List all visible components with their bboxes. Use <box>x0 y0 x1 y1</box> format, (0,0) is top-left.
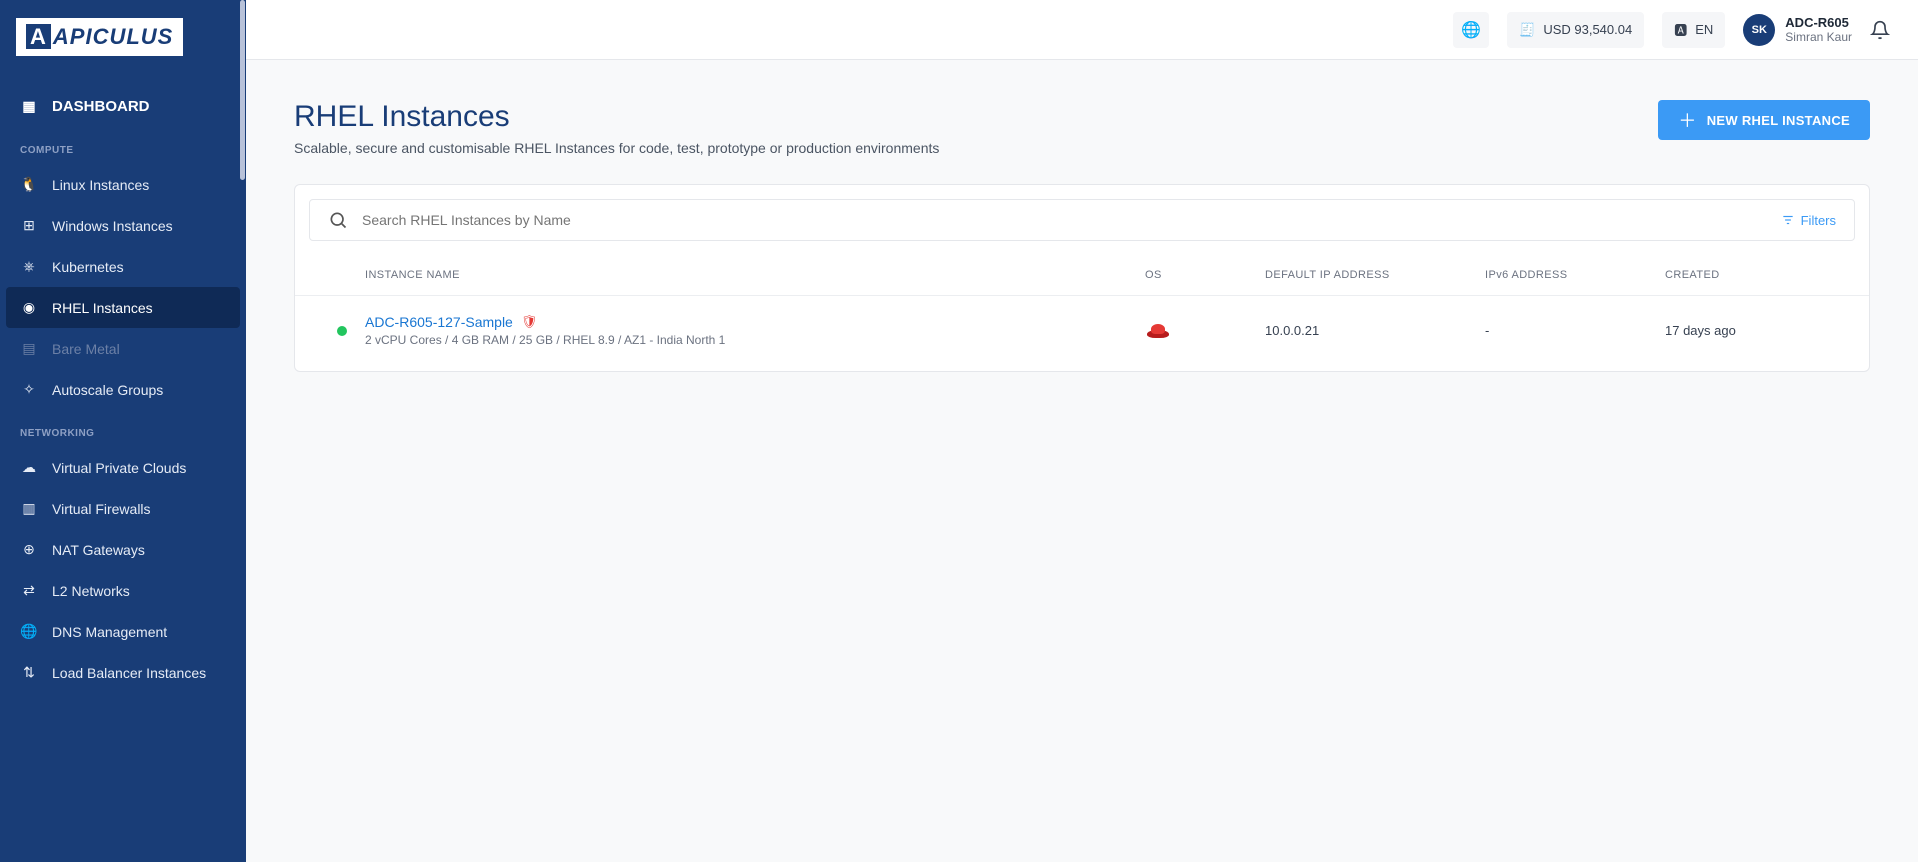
sidebar-scrollbar[interactable] <box>240 0 245 180</box>
sidebar-item-dashboard[interactable]: ▦ DASHBOARD <box>0 86 246 127</box>
linux-icon: 🐧 <box>20 176 38 193</box>
sidebar-item-linux[interactable]: 🐧 Linux Instances <box>0 164 246 205</box>
instance-spec: 2 vCPU Cores / 4 GB RAM / 25 GB / RHEL 8… <box>365 333 1145 347</box>
instance-name: ADC-R605-127-Sample <box>365 314 513 330</box>
sidebar-item-windows[interactable]: ⊞ Windows Instances <box>0 205 246 246</box>
sidebar-label: Bare Metal <box>52 341 120 357</box>
instances-card: Filters INSTANCE NAME OS DEFAULT IP ADDR… <box>294 184 1870 372</box>
kubernetes-icon: ⎈ <box>20 258 38 275</box>
user-menu[interactable]: SK ADC-R605 Simran Kaur <box>1743 14 1852 46</box>
sidebar-item-lb[interactable]: ⇅ Load Balancer Instances <box>0 652 246 693</box>
ip-cell: 10.0.0.21 <box>1265 323 1485 338</box>
balance-chip[interactable]: 🧾 USD 93,540.04 <box>1507 12 1644 48</box>
page-subtitle: Scalable, secure and customisable RHEL I… <box>294 140 939 156</box>
search-input[interactable] <box>362 212 1767 228</box>
user-text: ADC-R605 Simran Kaur <box>1785 15 1852 44</box>
ipv6-cell: - <box>1485 323 1665 338</box>
th-name: INSTANCE NAME <box>365 269 1145 281</box>
lb-icon: ⇅ <box>20 664 38 681</box>
new-instance-label: NEW RHEL INSTANCE <box>1707 113 1850 128</box>
l2-icon: ⇄ <box>20 582 38 599</box>
rhel-icon: ◉ <box>20 299 38 316</box>
filters-label: Filters <box>1801 213 1836 228</box>
sidebar-label-dashboard: DASHBOARD <box>52 98 150 115</box>
sidebar-item-rhel[interactable]: ◉ RHEL Instances <box>6 287 240 328</box>
th-os: OS <box>1145 269 1265 281</box>
status-indicator <box>337 326 347 336</box>
topbar: 🌐 🧾 USD 93,540.04 🅰 EN SK ADC-R605 Simra… <box>246 0 1918 60</box>
sidebar-label: Virtual Private Clouds <box>52 460 186 476</box>
sidebar: AAPICULUS ▦ DASHBOARD COMPUTE 🐧 Linux In… <box>0 0 246 862</box>
avatar: SK <box>1743 14 1775 46</box>
sidebar-item-autoscale[interactable]: ✧ Autoscale Groups <box>0 369 246 410</box>
th-ipv6: IPv6 ADDRESS <box>1485 269 1665 281</box>
nat-icon: ⊕ <box>20 541 38 558</box>
sidebar-item-vpc[interactable]: ☁ Virtual Private Clouds <box>0 447 246 488</box>
wallet-icon: 🧾 <box>1519 22 1535 38</box>
main: 🌐 🧾 USD 93,540.04 🅰 EN SK ADC-R605 Simra… <box>246 0 1918 862</box>
globe-button[interactable]: 🌐 <box>1453 12 1489 48</box>
avatar-initials: SK <box>1752 24 1767 36</box>
table-row[interactable]: ADC-R605-127-Sample 🛡 2 vCPU Cores / 4 G… <box>295 296 1869 371</box>
dashboard-icon: ▦ <box>20 98 38 115</box>
sidebar-section-networking: NETWORKING <box>0 410 246 447</box>
baremetal-icon: ▤ <box>20 340 38 357</box>
sidebar-label: NAT Gateways <box>52 542 145 558</box>
filter-icon <box>1781 213 1795 227</box>
shield-icon: 🛡 <box>521 314 538 330</box>
sidebar-item-baremetal: ▤ Bare Metal <box>0 328 246 369</box>
redhat-icon <box>1145 322 1171 340</box>
plus-icon: ＋ <box>1678 107 1696 133</box>
cloud-icon: ☁ <box>20 459 38 476</box>
content: RHEL Instances Scalable, secure and cust… <box>246 60 1918 862</box>
instances-table: INSTANCE NAME OS DEFAULT IP ADDRESS IPv6… <box>295 255 1869 371</box>
notifications-button[interactable] <box>1870 20 1890 40</box>
sidebar-section-compute: COMPUTE <box>0 127 246 164</box>
th-created: CREATED <box>1665 269 1845 281</box>
created-cell: 17 days ago <box>1665 323 1845 338</box>
user-name: Simran Kaur <box>1785 30 1852 44</box>
autoscale-icon: ✧ <box>20 381 38 398</box>
instance-name-link[interactable]: ADC-R605-127-Sample 🛡 <box>365 314 537 330</box>
account-code: ADC-R605 <box>1785 15 1852 30</box>
bell-icon <box>1870 20 1890 40</box>
sidebar-item-kubernetes[interactable]: ⎈ Kubernetes <box>0 246 246 287</box>
firewall-icon: ▥ <box>20 500 38 517</box>
new-instance-button[interactable]: ＋ NEW RHEL INSTANCE <box>1658 100 1870 140</box>
search-row: Filters <box>309 199 1855 241</box>
sidebar-label: Autoscale Groups <box>52 382 163 398</box>
translate-icon: 🅰 <box>1674 20 1687 39</box>
sidebar-label: RHEL Instances <box>52 300 153 316</box>
search-icon <box>328 210 348 230</box>
sidebar-item-vfw[interactable]: ▥ Virtual Firewalls <box>0 488 246 529</box>
brand-text: APICULUS <box>53 24 173 49</box>
filters-button[interactable]: Filters <box>1781 213 1836 228</box>
logo[interactable]: AAPICULUS <box>0 0 246 86</box>
sidebar-label: Linux Instances <box>52 177 149 193</box>
balance-text: USD 93,540.04 <box>1543 22 1632 37</box>
table-header: INSTANCE NAME OS DEFAULT IP ADDRESS IPv6… <box>295 255 1869 296</box>
sidebar-label: Virtual Firewalls <box>52 501 151 517</box>
windows-icon: ⊞ <box>20 217 38 234</box>
page-title: RHEL Instances <box>294 100 939 134</box>
sidebar-item-nat[interactable]: ⊕ NAT Gateways <box>0 529 246 570</box>
sidebar-item-l2[interactable]: ⇄ L2 Networks <box>0 570 246 611</box>
language-text: EN <box>1695 22 1713 37</box>
sidebar-item-dns[interactable]: 🌐 DNS Management <box>0 611 246 652</box>
os-cell <box>1145 322 1265 340</box>
dns-icon: 🌐 <box>20 623 38 640</box>
th-ip: DEFAULT IP ADDRESS <box>1265 269 1485 281</box>
page-header: RHEL Instances Scalable, secure and cust… <box>294 100 1870 156</box>
globe-icon: 🌐 <box>1461 20 1481 40</box>
language-chip[interactable]: 🅰 EN <box>1662 12 1725 48</box>
sidebar-label: DNS Management <box>52 624 167 640</box>
sidebar-label: L2 Networks <box>52 583 130 599</box>
sidebar-label: Windows Instances <box>52 218 173 234</box>
sidebar-label: Load Balancer Instances <box>52 665 206 681</box>
sidebar-label: Kubernetes <box>52 259 124 275</box>
